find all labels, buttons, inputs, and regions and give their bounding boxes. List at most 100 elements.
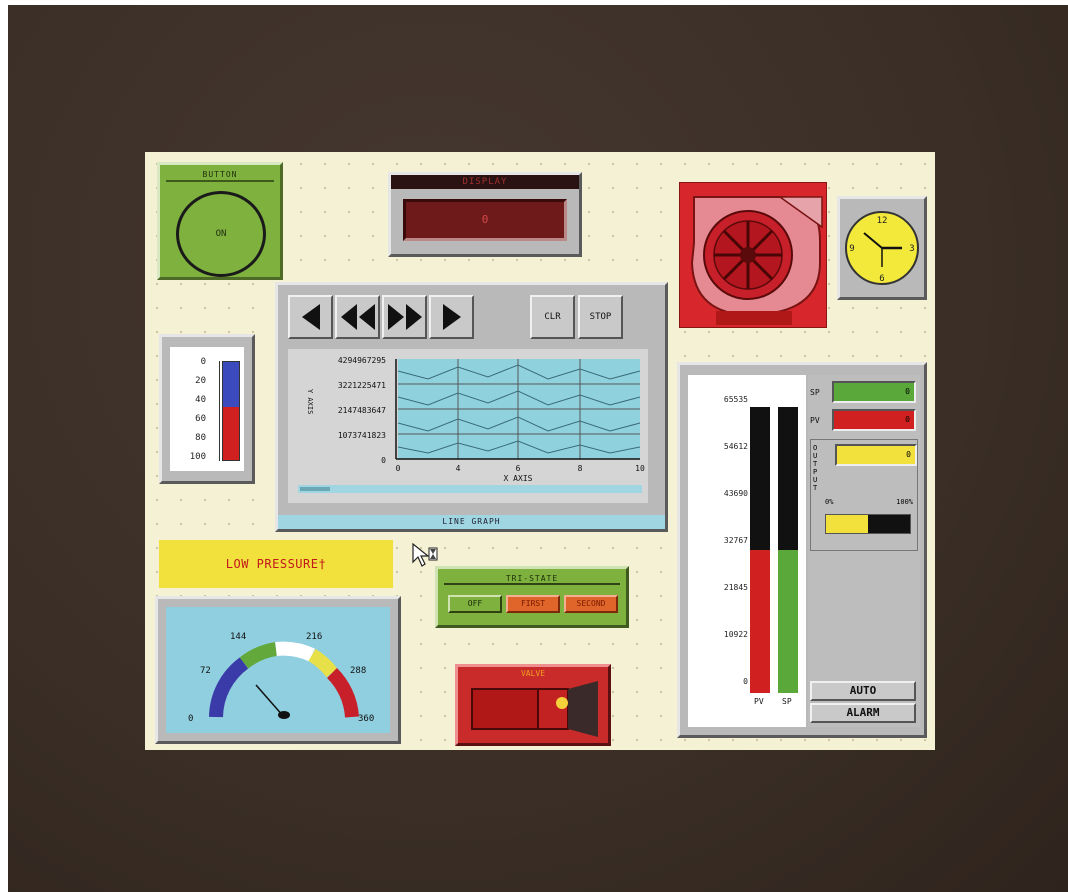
pid-scale-label: 65535 (723, 395, 748, 404)
x-tick-label: 4 (456, 464, 461, 473)
tristate-widget: TRI-STATE OFF FIRST SECOND (435, 566, 629, 628)
tristate-first-button[interactable]: FIRST (506, 595, 560, 613)
pv-row: PV 0 (810, 407, 920, 433)
y-tick-label: 2147483647 (338, 406, 386, 415)
gauge-svg: 0 72 144 216 288 360 (188, 632, 374, 724)
pid-scale-label: 43690 (723, 489, 748, 498)
clock-9: 9 (849, 244, 854, 254)
gauge-tick-label: 72 (200, 666, 211, 676)
fast-right-button[interactable] (382, 295, 427, 339)
clock-12: 12 (877, 216, 888, 226)
thermometer-tick-label: 40 (195, 395, 206, 405)
output-input[interactable]: 0 (835, 444, 917, 466)
pid-scale-label: 0 (743, 677, 748, 686)
gauge-tick-label: 144 (230, 632, 246, 642)
x-tick-label: 6 (516, 464, 521, 473)
auto-button[interactable]: AUTO (810, 681, 916, 701)
thermometer-tick-label: 20 (195, 376, 206, 386)
pid-scale-label: 54612 (723, 442, 748, 451)
tristate-options: OFF FIRST SECOND (448, 595, 618, 613)
thermometer-fill (223, 407, 239, 460)
thermometer-ticks (210, 361, 220, 461)
scroll-right-button[interactable] (429, 295, 474, 339)
thermometer-face: 0 20 40 60 80 100 (170, 347, 244, 471)
pv-bar (750, 407, 770, 693)
output-box: OUTPUT 0 0% 100% (810, 439, 918, 551)
tristate-off-button[interactable]: OFF (448, 595, 502, 613)
fast-left-button[interactable] (335, 295, 380, 339)
valve-title: VALVE (520, 669, 546, 678)
sp-bar-label: SP (782, 697, 792, 706)
triangle-right-icon (442, 304, 461, 330)
scroll-left-button[interactable] (288, 295, 333, 339)
clock-6: 6 (879, 274, 884, 284)
tristate-second-button[interactable]: SECOND (564, 595, 618, 613)
y-tick-label: 0 (381, 456, 386, 465)
pv-bar-label: PV (754, 697, 764, 706)
thermometer-scale: 0 20 40 60 80 100 (176, 353, 206, 467)
fan-widget[interactable] (679, 182, 827, 328)
output-label: OUTPUT (813, 444, 818, 492)
clock-3: 3 (909, 244, 914, 254)
hmi-screen: BUTTON ON DISPLAY 0 12 3 6 9 0 20 40 60 … (145, 152, 935, 750)
gauge-tick-label: 0 (188, 714, 193, 724)
display-title: DISPLAY (391, 175, 579, 189)
y-tick-label: 3221225471 (338, 381, 386, 390)
double-triangle-left-icon (340, 304, 375, 330)
y-tick-label: 1073741823 (338, 431, 386, 440)
pv-label: PV (810, 415, 820, 425)
x-axis-label: X AXIS (504, 474, 533, 483)
clock-widget: 12 3 6 9 (837, 196, 927, 300)
pid-controls-panel: SP 0 PV 0 OUTPUT 0 0% 100% AUTO ALARM (808, 375, 920, 727)
triangle-left-icon (301, 304, 320, 330)
gauge-face: 0 72 144 216 288 360 (166, 607, 390, 733)
clear-button[interactable]: CLR (530, 295, 575, 339)
pid-scale-label: 21845 (723, 583, 748, 592)
valve-icon (471, 681, 598, 737)
x-tick-label: 10 (635, 464, 645, 473)
thermometer-tick-label: 80 (195, 433, 206, 443)
gauge-tick-label: 360 (358, 714, 374, 724)
pid-scale-label: 10922 (723, 630, 748, 639)
on-button-label: ON (215, 229, 227, 239)
double-triangle-right-icon (387, 304, 422, 330)
pv-bar-fill (750, 550, 770, 693)
on-button[interactable]: ON (176, 191, 266, 277)
fan-icon (690, 196, 823, 325)
sp-label: SP (810, 387, 820, 397)
output-bar-fill (826, 515, 868, 533)
x-tick-label: 0 (396, 464, 401, 473)
thermometer-tick-label: 60 (195, 414, 206, 424)
line-graph-widget: CLR STOP 4294967295 3221225471 214748364… (275, 282, 668, 532)
output-bar (825, 514, 911, 534)
gauge-tick-label: 216 (306, 632, 322, 642)
tristate-title: TRI-STATE (444, 573, 620, 585)
output-min-label: 0% (825, 498, 834, 506)
display-readout: 0 (403, 199, 567, 241)
pid-faceplate: 65535 54612 43690 32767 21845 10922 0 PV… (677, 362, 927, 738)
gauge-tick-label: 288 (350, 666, 366, 676)
y-axis-label: Y AXIS (306, 389, 314, 414)
pid-bargraph-panel: 65535 54612 43690 32767 21845 10922 0 PV… (688, 375, 806, 727)
pid-scale-label: 32767 (723, 536, 748, 545)
sp-input[interactable]: 0 (832, 381, 916, 403)
gauge-widget: 0 72 144 216 288 360 (155, 596, 401, 744)
stop-button[interactable]: STOP (578, 295, 623, 339)
sp-bar-fill (778, 550, 798, 693)
line-graph-footer: LINE GRAPH (278, 515, 665, 529)
button-widget[interactable]: BUTTON ON (157, 162, 283, 280)
thermometer-tick-label: 100 (189, 452, 206, 462)
sp-bar (778, 407, 798, 693)
thermometer-tick-label: 0 (200, 357, 206, 367)
alarm-button[interactable]: ALARM (810, 703, 916, 723)
thermometer-bar (222, 361, 240, 461)
thermometer-widget: 0 20 40 60 80 100 (159, 334, 255, 484)
line-graph-svg: 4294967295 3221225471 2147483647 1073741… (298, 356, 645, 493)
display-widget: DISPLAY 0 (388, 172, 582, 257)
line-graph-plot: 4294967295 3221225471 2147483647 1073741… (288, 349, 648, 503)
pv-readout: 0 (832, 409, 916, 431)
valve-widget[interactable]: VALVE (455, 664, 611, 746)
thermometer-empty (223, 362, 239, 408)
y-tick-label: 4294967295 (338, 356, 386, 365)
button-widget-title: BUTTON (166, 169, 274, 182)
